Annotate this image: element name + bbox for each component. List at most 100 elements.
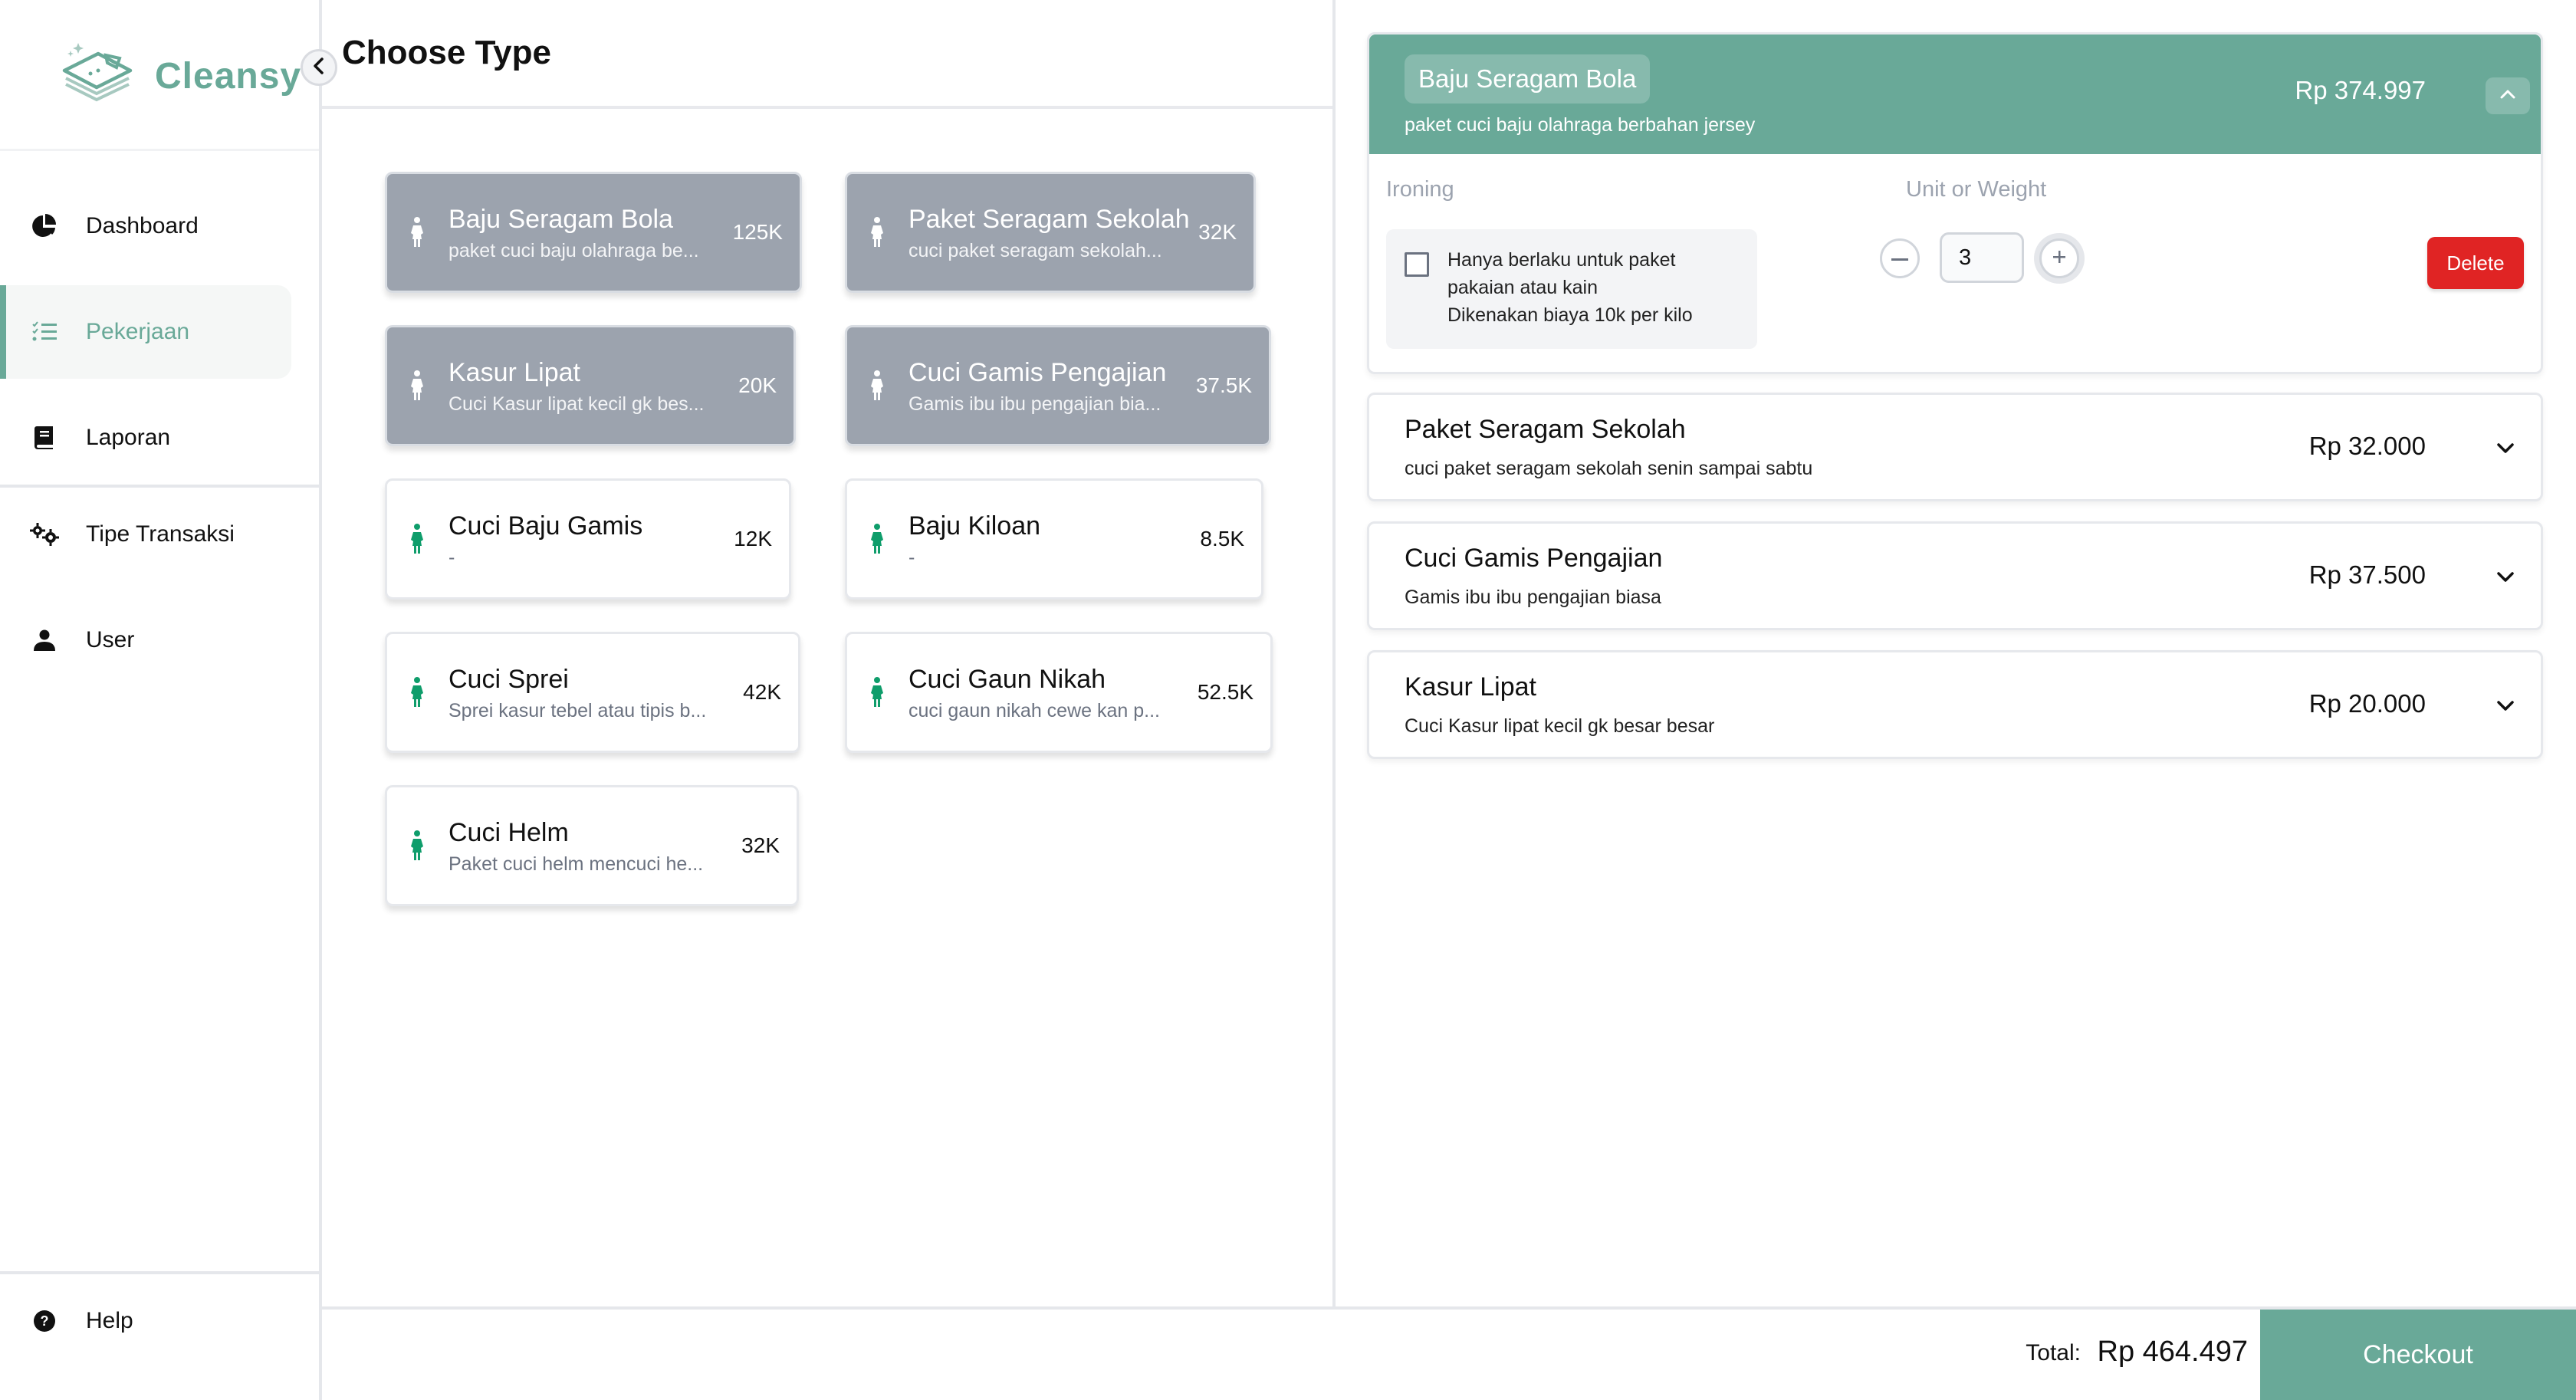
type-card[interactable]: Cuci Gamis Pengajian Gamis ibu ibu pengaj… (845, 325, 1271, 446)
page-title: Choose Type (342, 34, 552, 71)
type-price: 12K (734, 527, 772, 550)
svg-text:?: ? (41, 1313, 49, 1329)
cart-item-desc: Cuci Kasur lipat kecil gk besar besar (1405, 715, 1715, 737)
type-card[interactable]: Baju Kiloan - 8.5K (845, 478, 1263, 600)
increment-button[interactable] (2039, 238, 2079, 278)
sidebar-item-help[interactable]: ? Help (0, 1274, 291, 1368)
sidebar-divider (0, 149, 319, 151)
ironing-text-line: pakaian atau kain (1447, 277, 1598, 298)
checkout-bar: Total: Rp 464.497 Checkout (322, 1306, 2576, 1400)
cart-item-desc: Gamis ibu ibu pengajian biasa (1405, 587, 1661, 608)
sidebar-item-tipe-transaksi[interactable]: Tipe Transaksi (0, 488, 291, 581)
type-card[interactable]: Cuci Sprei Sprei kasur tebel atau tipis b… (385, 632, 800, 753)
cart-item-header[interactable]: Baju Seragam Bola paket cuci baju olahra… (1369, 35, 2541, 154)
sidebar-item-label: Laporan (86, 425, 171, 450)
sidebar-item-label: Help (86, 1308, 133, 1333)
cart-item-price: Rp 374.997 (2295, 76, 2426, 104)
type-card[interactable]: Cuci Baju Gamis - 12K (385, 478, 791, 600)
sidebar-item-label: User (86, 627, 135, 652)
type-card-text: Baju Kiloan - (909, 508, 1192, 570)
type-card[interactable]: Cuci Helm Paket cuci helm mencuci he... 32… (385, 785, 799, 906)
type-desc: Sprei kasur tebel atau tipis b... (449, 700, 707, 721)
total-label: Total: (2026, 1340, 2081, 1365)
type-name: Kasur Lipat (449, 358, 580, 387)
person-icon (406, 830, 429, 862)
cart-item-options: Ironing Hanya berlaku untuk paket pakaia… (1369, 154, 2541, 372)
sidebar-item-pekerjaan[interactable]: Pekerjaan (0, 285, 291, 379)
cart-item-desc: cuci paket seragam sekolah senin sampai … (1405, 458, 1813, 479)
chevron-down-icon[interactable] (2490, 691, 2521, 721)
type-name: Cuci Baju Gamis (449, 511, 643, 541)
type-name: Baju Kiloan (909, 511, 1041, 541)
type-name: Paket Seragam Sekolah (909, 205, 1190, 234)
total-value: Rp 464.497 (2097, 1336, 2249, 1368)
cart-item-price: Rp 37.500 (2308, 560, 2426, 589)
type-desc: Gamis ibu ibu pengajian bia... (909, 393, 1162, 415)
type-card-text: Cuci Sprei Sprei kasur tebel atau tipis b… (449, 661, 735, 724)
cart-item-price: Rp 20.000 (2308, 689, 2426, 718)
pie-chart-icon (29, 211, 60, 242)
question-circle-icon: ? (29, 1306, 60, 1336)
chevron-up-icon (2499, 88, 2517, 104)
brand-name: Cleansy (155, 55, 302, 97)
cart-item[interactable]: Cuci Gamis Pengajian Gamis ibu ibu pengaj… (1367, 521, 2543, 630)
person-icon (866, 523, 889, 555)
type-card-text: Baju Seragam Bola paket cuci baju olahrag… (449, 201, 725, 264)
sidebar-item-laporan[interactable]: Laporan (0, 391, 291, 485)
sidebar-item-user[interactable]: User (0, 593, 291, 687)
user-icon (29, 625, 60, 656)
collapse-item-button[interactable] (2486, 77, 2530, 114)
book-icon (29, 422, 60, 453)
sidebar-item-label: Pekerjaan (86, 319, 190, 344)
person-icon (406, 370, 429, 402)
chevron-down-icon[interactable] (2490, 562, 2521, 593)
type-price: 20K (738, 373, 777, 397)
chevron-left-icon (311, 57, 327, 79)
ironing-text-line: Hanya berlaku untuk paket (1447, 249, 1676, 271)
quantity-input[interactable]: 3 (1940, 232, 2024, 283)
type-desc: Cuci Kasur lipat kecil gk bes... (449, 393, 705, 415)
sidebar-item-dashboard[interactable]: Dashboard (0, 179, 291, 273)
type-card[interactable]: Kasur Lipat Cuci Kasur lipat kecil gk bes… (385, 325, 796, 446)
ironing-checkbox[interactable] (1405, 252, 1429, 277)
person-icon (866, 676, 889, 708)
type-desc: - (449, 547, 455, 568)
type-price: 8.5K (1200, 527, 1244, 550)
delete-button[interactable]: Delete (2427, 237, 2524, 289)
type-chooser-header: Choose Type (322, 0, 1332, 109)
sidebar-item-label: Tipe Transaksi (86, 521, 235, 547)
type-card-text: Cuci Gaun Nikah cuci gaun nikah cewe kan … (909, 661, 1190, 724)
collapse-sidebar-button[interactable] (301, 49, 337, 86)
cart-item-price: Rp 32.000 (2308, 432, 2426, 460)
ironing-text-line: Dikenakan biaya 10k per kilo (1447, 304, 1693, 326)
chevron-down-icon[interactable] (2490, 433, 2521, 464)
type-price: 37.5K (1195, 373, 1252, 397)
type-name: Cuci Gamis Pengajian (909, 358, 1167, 387)
type-card[interactable]: Cuci Gaun Nikah cuci gaun nikah cewe kan … (845, 632, 1273, 753)
cart-item[interactable]: Paket Seragam Sekolah cuci paket seragam … (1367, 393, 2543, 501)
person-icon (866, 370, 889, 402)
person-icon (406, 523, 429, 555)
type-price: 32K (1198, 220, 1237, 244)
minus-icon (1891, 251, 1908, 265)
checkout-button[interactable]: Checkout (2260, 1310, 2576, 1400)
type-card-text: Cuci Gamis Pengajian Gamis ibu ibu pengaj… (909, 354, 1188, 417)
unit-weight-label: Unit or Weight (1906, 177, 2047, 202)
type-chooser: Choose Type Baju Seragam Bola paket cuci … (322, 0, 1336, 1306)
type-name: Baju Seragam Bola (449, 205, 673, 234)
person-icon (406, 216, 429, 248)
cart-item[interactable]: Kasur Lipat Cuci Kasur lipat kecil gk bes… (1367, 650, 2543, 759)
type-price: 125K (732, 220, 783, 244)
person-icon (866, 216, 889, 248)
cart-item-name: Cuci Gamis Pengajian (1405, 544, 1663, 573)
cart-item-name: Baju Seragam Bola (1405, 54, 1651, 104)
type-desc: Paket cuci helm mencuci he... (449, 853, 704, 875)
type-price: 42K (743, 680, 781, 704)
decrement-button[interactable] (1880, 238, 1920, 278)
ironing-label: Ironing (1386, 177, 1454, 202)
type-card[interactable]: Paket Seragam Sekolah cuci paket seragam … (845, 172, 1256, 293)
type-desc: cuci gaun nikah cewe kan p... (909, 700, 1160, 721)
sidebar-item-label: Dashboard (86, 213, 199, 238)
type-card[interactable]: Baju Seragam Bola paket cuci baju olahrag… (385, 172, 802, 293)
logo[interactable]: Cleansy (58, 41, 301, 110)
